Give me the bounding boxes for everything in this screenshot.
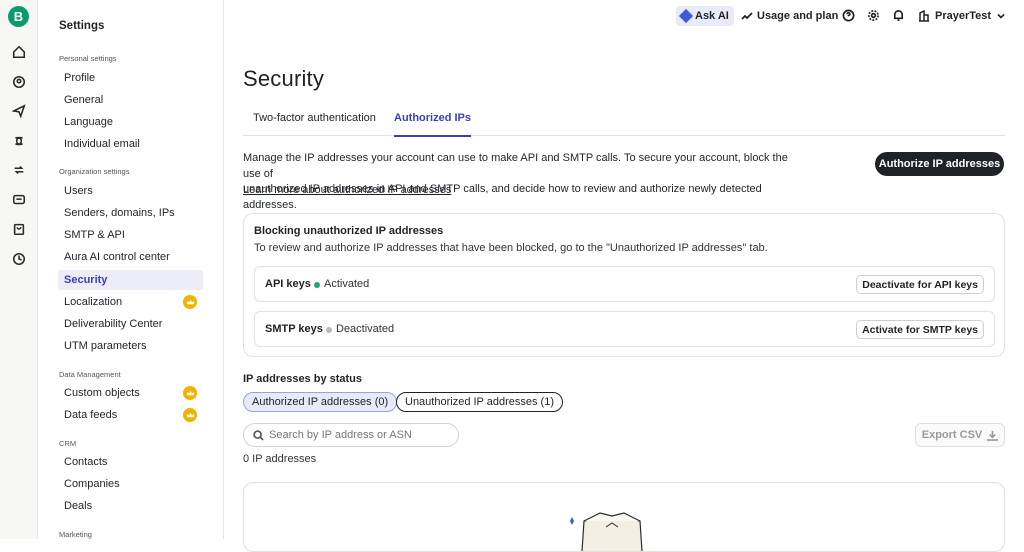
smtp-keys-row: SMTP keys Deactivated Activate for SMTP … bbox=[254, 311, 995, 347]
brevo-logo[interactable]: B bbox=[8, 6, 29, 27]
sidebar-item-contacts[interactable]: Contacts bbox=[58, 452, 203, 472]
blocking-title: Blocking unauthorized IP addresses bbox=[254, 225, 444, 237]
building-icon bbox=[919, 10, 929, 22]
authorize-ip-button[interactable]: Authorize IP addresses bbox=[875, 152, 1004, 176]
sidebar-item-companies[interactable]: Companies bbox=[58, 474, 203, 494]
ip-count: 0 IP addresses bbox=[243, 453, 317, 465]
smtp-keys-label: SMTP keys bbox=[265, 323, 323, 335]
section-crm: CRM bbox=[59, 439, 77, 448]
meetings-icon[interactable] bbox=[11, 251, 26, 266]
sidebar-item-deals[interactable]: Deals bbox=[58, 496, 203, 516]
export-csv-label: Export CSV bbox=[921, 429, 983, 441]
automation-icon[interactable] bbox=[11, 133, 26, 148]
api-keys-label: API keys bbox=[265, 278, 311, 290]
tab-two-factor[interactable]: Two-factor authentication bbox=[253, 112, 376, 137]
premium-crown-icon bbox=[183, 386, 197, 400]
sidebar-item-language[interactable]: Language bbox=[58, 112, 203, 132]
activate-smtp-keys-button[interactable]: Activate for SMTP keys bbox=[856, 320, 984, 339]
pill-authorized-ips[interactable]: Authorized IP addresses (0) bbox=[243, 392, 398, 412]
trend-icon bbox=[741, 12, 753, 20]
premium-crown-icon bbox=[183, 408, 197, 422]
api-keys-status: Activated bbox=[324, 278, 370, 290]
pill-unauthorized-ips[interactable]: Unauthorized IP addresses (1) bbox=[396, 392, 563, 412]
sidebar-item-individual-email[interactable]: Individual email bbox=[58, 134, 203, 154]
usage-plan-label: Usage and plan bbox=[757, 10, 839, 22]
account-name: PrayerTest bbox=[935, 10, 992, 22]
send-icon[interactable] bbox=[11, 103, 26, 118]
page-description: Manage the IP addresses your account can… bbox=[243, 151, 803, 213]
ai-sparkle-icon bbox=[678, 8, 694, 24]
sidebar-item-security[interactable]: Security bbox=[58, 270, 203, 290]
smtp-keys-status: Deactivated bbox=[336, 323, 395, 335]
ip-search[interactable] bbox=[243, 423, 459, 447]
sidebar-item-smtp-api[interactable]: SMTP & API bbox=[58, 225, 203, 245]
api-keys-row: API keys Activated Deactivate for API ke… bbox=[254, 266, 995, 302]
tab-authorized-ips[interactable]: Authorized IPs bbox=[394, 112, 472, 137]
sidebar-item-aura-ai[interactable]: Aura AI control center bbox=[58, 247, 203, 267]
status-dot-inactive bbox=[326, 327, 332, 333]
sidebar-item-general[interactable]: General bbox=[58, 90, 203, 110]
settings-sidebar: Settings Personal settings Profile Gener… bbox=[39, 0, 224, 539]
sidebar-item-localization[interactable]: Localization bbox=[58, 292, 203, 312]
sidebar-item-label: Localization bbox=[64, 296, 123, 308]
cart-icon[interactable] bbox=[11, 221, 26, 236]
home-icon[interactable] bbox=[11, 44, 26, 59]
ask-ai-label: Ask AI bbox=[695, 10, 729, 22]
description-line-1: Manage the IP addresses your account can… bbox=[243, 152, 788, 180]
sidebar-item-deliverability[interactable]: Deliverability Center bbox=[58, 314, 203, 334]
ip-search-input[interactable] bbox=[269, 429, 449, 441]
page-title: Security bbox=[243, 66, 325, 91]
blocking-description: To review and authorize IP addresses tha… bbox=[254, 242, 768, 254]
help-icon[interactable] bbox=[842, 9, 855, 22]
deactivate-api-keys-button[interactable]: Deactivate for API keys bbox=[856, 275, 984, 294]
sidebar-item-senders[interactable]: Senders, domains, IPs bbox=[58, 203, 203, 223]
account-menu[interactable]: PrayerTest bbox=[918, 6, 1006, 26]
section-data-management: Data Management bbox=[59, 370, 121, 379]
sidebar-item-custom-objects[interactable]: Custom objects bbox=[58, 383, 203, 403]
sidebar-item-profile[interactable]: Profile bbox=[58, 68, 203, 88]
section-marketing: Marketing bbox=[59, 530, 92, 539]
export-csv-button[interactable]: Export CSV bbox=[915, 423, 1005, 447]
app-rail: B bbox=[0, 0, 38, 539]
blocking-card: Blocking unauthorized IP addresses To re… bbox=[243, 213, 1005, 357]
ip-status-heading: IP addresses by status bbox=[243, 373, 363, 385]
sidebar-item-users[interactable]: Users bbox=[58, 181, 203, 201]
bell-icon[interactable] bbox=[892, 9, 905, 22]
section-organization: Organization settings bbox=[59, 167, 130, 176]
status-dot-active bbox=[314, 282, 320, 288]
empty-state-panel bbox=[243, 482, 1005, 552]
sidebar-title: Settings bbox=[59, 20, 105, 32]
chat-icon[interactable] bbox=[11, 192, 26, 207]
learn-more-link[interactable]: Learn more about authorized IP addresses bbox=[243, 184, 451, 196]
search-icon bbox=[253, 429, 264, 441]
gear-icon[interactable] bbox=[867, 9, 880, 22]
contacts-icon[interactable] bbox=[11, 74, 26, 89]
sidebar-item-data-feeds[interactable]: Data feeds bbox=[58, 405, 203, 425]
premium-crown-icon bbox=[183, 295, 197, 309]
sidebar-item-label: Custom objects bbox=[64, 387, 140, 399]
usage-plan-button[interactable]: Usage and plan bbox=[741, 6, 838, 26]
security-tabs: Two-factor authentication Authorized IPs bbox=[243, 108, 1005, 137]
sidebar-item-label: Data feeds bbox=[64, 409, 118, 421]
ask-ai-button[interactable]: Ask AI bbox=[676, 6, 734, 26]
conversations-icon[interactable] bbox=[11, 162, 26, 177]
download-icon bbox=[987, 430, 999, 441]
empty-box-illustration bbox=[570, 512, 643, 551]
section-personal: Personal settings bbox=[59, 54, 117, 63]
sidebar-item-utm[interactable]: UTM parameters bbox=[58, 336, 203, 356]
chevron-down-icon bbox=[997, 13, 1005, 19]
